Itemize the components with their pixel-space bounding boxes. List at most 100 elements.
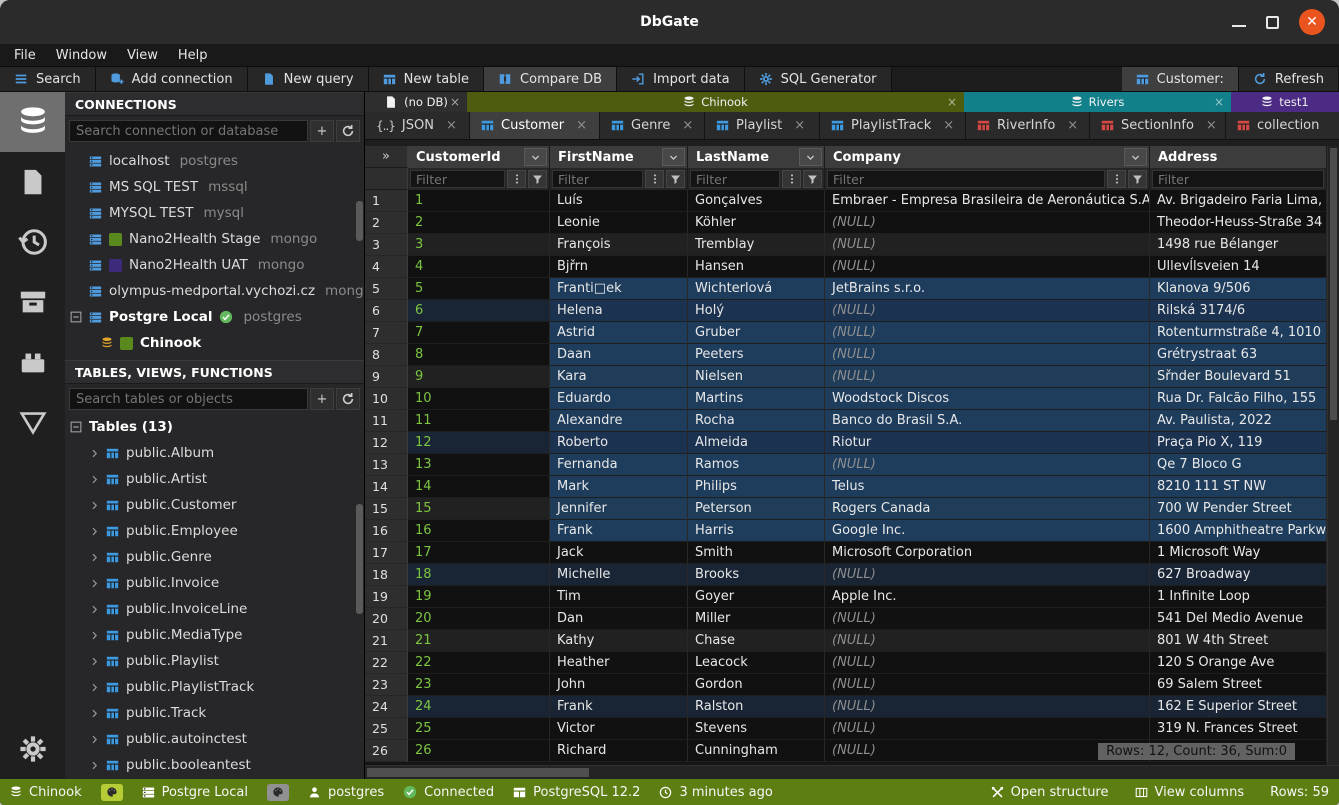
rail-item-database-big[interactable] bbox=[0, 92, 65, 152]
chevron-right-icon[interactable] bbox=[89, 760, 100, 771]
cell-company[interactable]: (NULL) bbox=[825, 344, 1150, 366]
cell-company[interactable]: (NULL) bbox=[825, 300, 1150, 322]
cell-firstname[interactable]: Luís bbox=[550, 190, 688, 212]
close-tab-icon[interactable]: × bbox=[947, 95, 957, 109]
tab-playlisttrack[interactable]: PlaylistTrack× bbox=[820, 112, 966, 139]
table-item[interactable]: public.Playlist bbox=[65, 648, 364, 674]
cell-company[interactable]: (NULL) bbox=[825, 696, 1150, 718]
cell-address[interactable]: 700 W Pender Street bbox=[1150, 498, 1327, 520]
chevron-right-icon[interactable] bbox=[89, 526, 100, 537]
cell-address[interactable]: Theodor-Heuss-Straße 34 bbox=[1150, 212, 1327, 234]
cell-company[interactable]: (NULL) bbox=[825, 674, 1150, 696]
row-number[interactable]: 11 bbox=[365, 410, 408, 432]
toolbar-button-new-table[interactable]: New table bbox=[369, 67, 484, 91]
table-item[interactable]: public.booleantest bbox=[65, 752, 364, 778]
toolbar-button-customer[interactable]: Customer: bbox=[1122, 67, 1239, 91]
cell-company[interactable]: (NULL) bbox=[825, 454, 1150, 476]
cell-address[interactable]: Rotenturmstraße 4, 1010 I bbox=[1150, 322, 1327, 344]
toolbar-button-import-data[interactable]: Import data bbox=[617, 67, 745, 91]
database-tab-chinook[interactable]: Chinook× bbox=[467, 92, 964, 112]
horizontal-scrollbar[interactable] bbox=[365, 765, 1339, 779]
cell-company[interactable]: (NULL) bbox=[825, 366, 1150, 388]
rail-item-archive[interactable] bbox=[0, 272, 65, 332]
cell-firstname[interactable]: Mark bbox=[550, 476, 688, 498]
chevron-right-icon[interactable] bbox=[89, 734, 100, 745]
cell-customerid[interactable]: 19 bbox=[408, 586, 550, 608]
cell-lastname[interactable]: Hansen bbox=[688, 256, 825, 278]
cell-customerid[interactable]: 4 bbox=[408, 256, 550, 278]
cell-company[interactable]: JetBrains s.r.o. bbox=[825, 278, 1150, 300]
cell-address[interactable]: 1 Microsoft Way bbox=[1150, 542, 1327, 564]
cell-lastname[interactable]: Brooks bbox=[688, 564, 825, 586]
cell-address[interactable]: 627 Broadway bbox=[1150, 564, 1327, 586]
minimize-button[interactable] bbox=[1232, 25, 1246, 27]
row-number[interactable]: 8 bbox=[365, 344, 408, 366]
row-number[interactable]: 24 bbox=[365, 696, 408, 718]
row-number[interactable]: 4 bbox=[365, 256, 408, 278]
menu-item-window[interactable]: Window bbox=[46, 48, 117, 63]
row-number[interactable]: 20 bbox=[365, 608, 408, 630]
cell-company[interactable]: (NULL) bbox=[825, 564, 1150, 586]
cell-company[interactable]: (NULL) bbox=[825, 652, 1150, 674]
close-tab-icon[interactable]: × bbox=[794, 118, 805, 133]
rail-item-history[interactable] bbox=[0, 212, 65, 272]
status-view-columns[interactable]: View columns bbox=[1135, 785, 1245, 800]
cell-customerid[interactable]: 3 bbox=[408, 234, 550, 256]
cell-company[interactable]: Microsoft Corporation bbox=[825, 542, 1150, 564]
cell-address[interactable]: 801 W 4th Street bbox=[1150, 630, 1327, 652]
chevron-right-icon[interactable] bbox=[89, 604, 100, 615]
column-header-address[interactable]: Address bbox=[1150, 146, 1327, 168]
connection-item[interactable]: Nano2Health Stagemongo bbox=[65, 226, 364, 252]
column-header-lastname[interactable]: LastName bbox=[688, 146, 825, 168]
row-number[interactable]: 3 bbox=[365, 234, 408, 256]
cell-customerid[interactable]: 18 bbox=[408, 564, 550, 586]
cell-customerid[interactable]: 8 bbox=[408, 344, 550, 366]
filter-menu-kebab-icon[interactable] bbox=[645, 170, 664, 188]
add-table-small-button[interactable]: + bbox=[310, 388, 334, 410]
menu-item-file[interactable]: File bbox=[4, 48, 46, 63]
cell-company[interactable]: Rogers Canada bbox=[825, 498, 1150, 520]
cell-company[interactable]: (NULL) bbox=[825, 212, 1150, 234]
menu-item-view[interactable]: View bbox=[117, 48, 168, 63]
cell-address[interactable]: 69 Salem Street bbox=[1150, 674, 1327, 696]
cell-lastname[interactable]: Gruber bbox=[688, 322, 825, 344]
row-number[interactable]: 7 bbox=[365, 322, 408, 344]
tab-genre[interactable]: Genre× bbox=[600, 112, 705, 139]
filter-input-company[interactable] bbox=[827, 170, 1105, 188]
cell-company[interactable]: (NULL) bbox=[825, 608, 1150, 630]
cell-lastname[interactable]: Harris bbox=[688, 520, 825, 542]
row-number[interactable]: 25 bbox=[365, 718, 408, 740]
vertical-scrollbar[interactable] bbox=[1327, 146, 1339, 765]
cell-lastname[interactable]: Gordon bbox=[688, 674, 825, 696]
status-open-structure[interactable]: Open structure bbox=[991, 785, 1109, 800]
close-tab-icon[interactable]: × bbox=[576, 118, 587, 133]
close-tab-icon[interactable]: × bbox=[446, 118, 457, 133]
cell-address[interactable]: 541 Del Medio Avenue bbox=[1150, 608, 1327, 630]
cell-firstname[interactable]: Eduardo bbox=[550, 388, 688, 410]
connection-item[interactable]: MS SQL TESTmssql bbox=[65, 174, 364, 200]
tab-playlist[interactable]: Playlist× bbox=[705, 112, 820, 139]
cell-lastname[interactable]: Ramos bbox=[688, 454, 825, 476]
connection-item[interactable]: Chinook bbox=[65, 330, 364, 356]
chevron-right-icon[interactable] bbox=[89, 474, 100, 485]
tables-search-input[interactable] bbox=[69, 388, 308, 410]
filter-menu-kebab-icon[interactable] bbox=[1107, 170, 1126, 188]
row-number[interactable]: 9 bbox=[365, 366, 408, 388]
cell-customerid[interactable]: 2 bbox=[408, 212, 550, 234]
connection-color-picker[interactable] bbox=[101, 784, 123, 801]
cell-customerid[interactable]: 6 bbox=[408, 300, 550, 322]
filter-input-customerid[interactable] bbox=[410, 170, 505, 188]
cell-firstname[interactable]: Kathy bbox=[550, 630, 688, 652]
table-item[interactable]: public.Track bbox=[65, 700, 364, 726]
cell-lastname[interactable]: Peeters bbox=[688, 344, 825, 366]
cell-firstname[interactable]: Franti□ek bbox=[550, 278, 688, 300]
connection-item[interactable]: Nano2Health UATmongo bbox=[65, 252, 364, 278]
toolbar-button-refresh[interactable]: Refresh bbox=[1239, 67, 1339, 91]
cell-address[interactable]: 8210 111 ST NW bbox=[1150, 476, 1327, 498]
cell-firstname[interactable]: Michelle bbox=[550, 564, 688, 586]
close-tab-icon[interactable]: × bbox=[450, 95, 460, 109]
cell-customerid[interactable]: 12 bbox=[408, 432, 550, 454]
connection-item[interactable]: localhostpostgres bbox=[65, 148, 364, 174]
row-number[interactable]: 13 bbox=[365, 454, 408, 476]
row-number[interactable]: 5 bbox=[365, 278, 408, 300]
